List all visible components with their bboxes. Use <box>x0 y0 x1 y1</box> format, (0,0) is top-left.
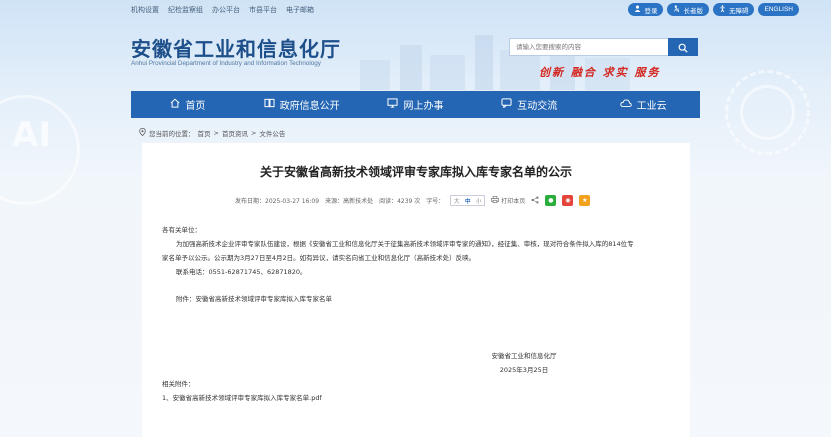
article-panel: 关于安徽省高新技术领域评审专家库拟入库专家名单的公示 发布日期：2025-03-… <box>142 143 690 437</box>
accessibility-button[interactable]: 无障碍 <box>712 3 755 16</box>
article-source: 来源：高新技术处 <box>325 198 374 205</box>
breadcrumb-prefix: 您当前的位置： <box>149 130 195 138</box>
share-icon[interactable] <box>531 195 539 206</box>
login-label: 登录 <box>644 7 658 15</box>
related-attachment-link[interactable]: 1、安徽省高新技术领域评审专家库拟入库专家名单.pdf <box>162 392 322 402</box>
nav-home-label: 首页 <box>185 101 206 112</box>
paragraph-main-cont: 家名单予以公示。公示期为3月27日至4月2日。如有异议，请实名向省工业和信息化厅… <box>162 254 476 262</box>
accessibility-icon <box>719 5 726 14</box>
search-input[interactable] <box>509 38 668 56</box>
user-icon <box>634 5 641 14</box>
top-link-city[interactable]: 市县平台 <box>249 5 277 15</box>
breadcrumb-news[interactable]: 首页资讯 <box>222 128 248 138</box>
nav-online-service-label: 网上办事 <box>403 101 444 112</box>
qzone-share-icon[interactable]: ★ <box>579 195 591 206</box>
breadcrumb-separator: > <box>213 129 219 137</box>
english-button[interactable]: ENGLISH <box>758 3 799 16</box>
nav-home[interactable]: 首页 <box>131 91 245 118</box>
nav-industry-cloud-label: 工业云 <box>636 101 667 112</box>
search-button[interactable] <box>668 38 698 56</box>
signature-org: 安徽省工业和信息化厅 <box>491 352 557 360</box>
accessibility-label: 无障碍 <box>728 7 749 15</box>
article-body: 各有关单位： 为加强高新技术企业评审专家队伍建设，根据《安徽省工业和信息化厅关于… <box>162 223 672 279</box>
nav-interaction-label: 互动交流 <box>517 101 558 112</box>
nav-gov-info[interactable]: 政府信息公开 <box>245 91 359 118</box>
article-meta: 发布日期：2025-03-27 16:09 来源：高新技术处 阅读：4239 次… <box>235 195 591 206</box>
ring-decoration-left <box>0 95 80 205</box>
elder-icon <box>673 5 680 14</box>
top-links: 机构设置 纪检监察组 办公平台 市县平台 电子邮箱 <box>131 5 314 15</box>
view-count: 阅读：4239 次 <box>379 198 421 205</box>
nav-industry-cloud[interactable]: 工业云 <box>586 91 700 118</box>
font-size-switcher: 大 中 小 <box>450 195 486 206</box>
top-link-discipline[interactable]: 纪检监察组 <box>168 5 203 15</box>
breadcrumb: 您当前的位置： 首页 > 首页资讯 > 文件公告 <box>139 128 285 138</box>
article-title: 关于安徽省高新技术领域评审专家库拟入库专家名单的公示 <box>259 165 572 179</box>
font-size-small[interactable]: 小 <box>473 196 484 205</box>
paragraph-main: 为加强高新技术企业评审专家队伍建设，根据《安徽省工业和信息化厅关于征集高新技术领… <box>176 240 634 248</box>
top-buttons: 登录 长者版 无障碍 ENGLISH <box>628 3 799 16</box>
english-label: ENGLISH <box>764 6 793 13</box>
weibo-share-icon[interactable]: ◉ <box>562 195 574 206</box>
top-link-office[interactable]: 办公平台 <box>212 5 240 15</box>
signature-date: 2025年3月25日 <box>499 366 549 374</box>
salutation: 各有关单位： <box>162 226 201 234</box>
nav-gov-info-label: 政府信息公开 <box>279 101 340 112</box>
login-button[interactable]: 登录 <box>628 3 664 16</box>
book-icon <box>264 98 275 111</box>
home-icon <box>170 98 180 111</box>
wechat-share-icon[interactable]: ● <box>545 195 557 206</box>
top-link-email[interactable]: 电子邮箱 <box>286 5 314 15</box>
breadcrumb-separator: > <box>250 129 257 137</box>
site-title: 安徽省工业和信息化厅 <box>131 37 341 61</box>
font-size-medium[interactable]: 中 <box>462 196 473 205</box>
nav-interaction[interactable]: 互动交流 <box>472 91 586 118</box>
ring-decoration-right-inner <box>740 85 795 140</box>
print-label: 打印本页 <box>501 198 526 205</box>
chat-icon <box>501 98 512 111</box>
slogan: 创新 融合 求实 服务 <box>539 66 661 79</box>
related-attachments-label: 相关附件： <box>162 380 195 388</box>
breadcrumb-notices[interactable]: 文件公告 <box>259 128 285 138</box>
cloud-icon <box>619 98 632 111</box>
print-icon <box>491 196 500 205</box>
search-box <box>509 38 698 56</box>
site-subtitle: Anhui Provincial Department of Industry … <box>131 60 321 67</box>
monitor-icon <box>387 98 399 111</box>
location-pin-icon <box>139 128 146 138</box>
top-link-org[interactable]: 机构设置 <box>131 5 159 15</box>
search-icon <box>678 38 688 57</box>
print-button[interactable]: 打印本页 <box>491 196 525 205</box>
main-nav: 首页 政府信息公开 网上办事 互动交流 工业云 <box>131 91 700 118</box>
font-size-label: 字号： <box>426 198 445 205</box>
publish-date: 发布日期：2025-03-27 16:09 <box>235 198 320 205</box>
elder-mode-label: 长者版 <box>683 7 703 15</box>
contact-info: 联系电话：0551-62871745、62871820。 <box>176 268 307 276</box>
font-size-large[interactable]: 大 <box>451 196 462 205</box>
elder-mode-button[interactable]: 长者版 <box>667 3 709 16</box>
attachment-note: 附件：安徽省高新技术领域评审专家库拟入库专家名单 <box>176 295 332 303</box>
nav-online-service[interactable]: 网上办事 <box>359 91 473 118</box>
breadcrumb-home[interactable]: 首页 <box>198 128 211 138</box>
